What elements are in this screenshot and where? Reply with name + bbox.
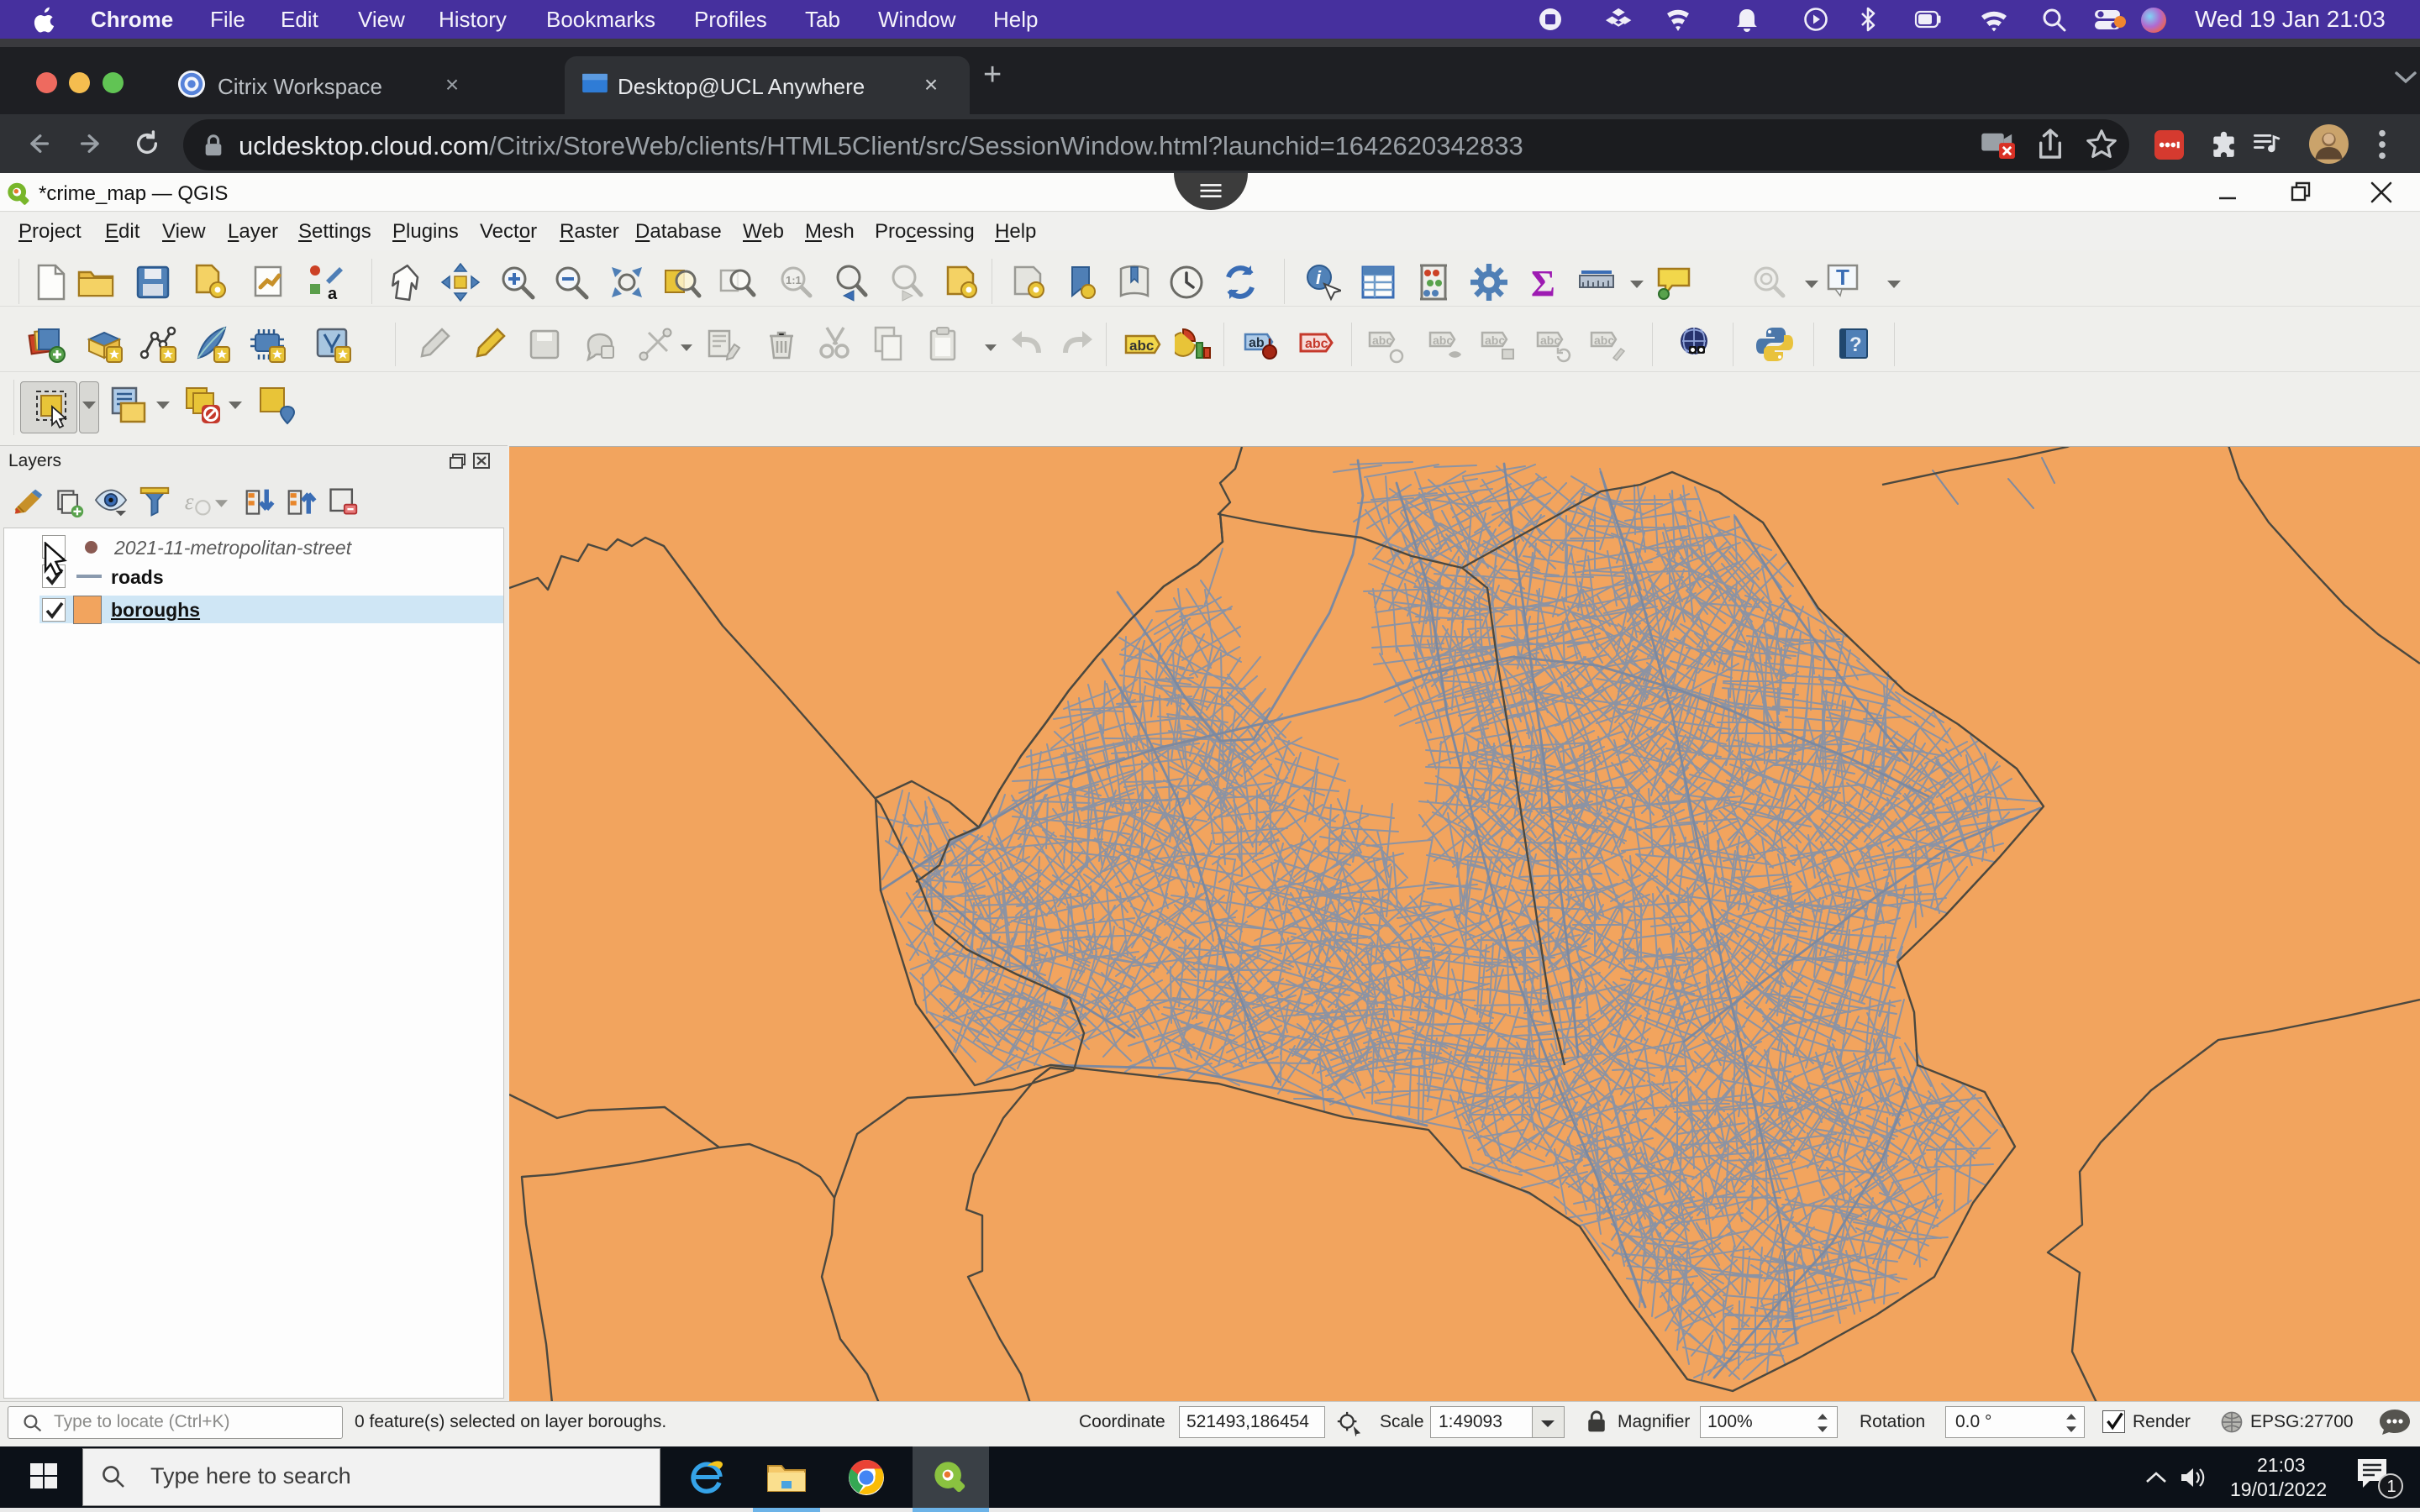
svg-text:1:1: 1:1 <box>786 274 802 286</box>
svg-text:a: a <box>328 285 338 302</box>
svg-text:abc: abc <box>1129 338 1154 354</box>
svg-text:i: i <box>1316 267 1322 288</box>
svg-text:abc: abc <box>1305 337 1328 351</box>
svg-text:?: ? <box>1849 333 1862 356</box>
svg-text:abc: abc <box>1594 333 1614 347</box>
svg-text:abc: abc <box>1485 333 1505 347</box>
svg-text:abc: abc <box>1540 333 1560 347</box>
svg-text:1: 1 <box>2387 1478 2396 1496</box>
svg-text:T: T <box>1836 265 1849 290</box>
svg-text:abc: abc <box>1372 333 1392 347</box>
svg-text:Σ: Σ <box>1531 263 1555 302</box>
svg-text:ab: ab <box>1249 336 1265 350</box>
svg-text:ε: ε <box>185 489 194 514</box>
svg-text:abc: abc <box>1433 333 1453 347</box>
